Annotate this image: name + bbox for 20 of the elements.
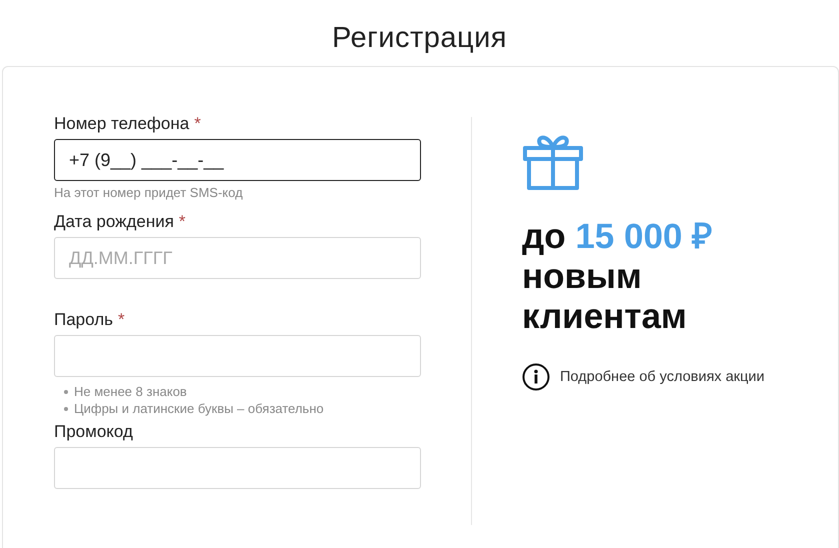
page-title: Регистрация (330, 21, 508, 56)
input-field[interactable]: ДД.ММ.ГГГГ (54, 237, 421, 279)
input-field[interactable]: +7 (9__) ___-__-__ (54, 139, 421, 181)
hint-text: На этот номер придет SMS-код (54, 185, 244, 200)
field-label: Дата рождения (54, 212, 174, 232)
required-mark: * (178, 212, 186, 232)
input-field[interactable] (54, 447, 421, 489)
field-label: Пароль (54, 310, 113, 330)
promo-headline: до 15 000 ₽ новым клиентам (522, 217, 714, 337)
field-label: Номер телефона (54, 114, 190, 134)
info-icon (522, 362, 550, 391)
bullet-icon (64, 390, 68, 394)
field-label: Промокод (54, 422, 133, 442)
bullet-icon (64, 406, 68, 410)
required-mark: * (118, 310, 125, 330)
input-field[interactable] (54, 335, 421, 377)
info-link[interactable]: Подробнее об условиях акции (560, 368, 764, 385)
rule-text: Цифры и латинские буквы – обязательно (74, 401, 324, 416)
required-mark: * (194, 114, 201, 134)
rule-text: Не менее 8 знаков (74, 384, 187, 399)
